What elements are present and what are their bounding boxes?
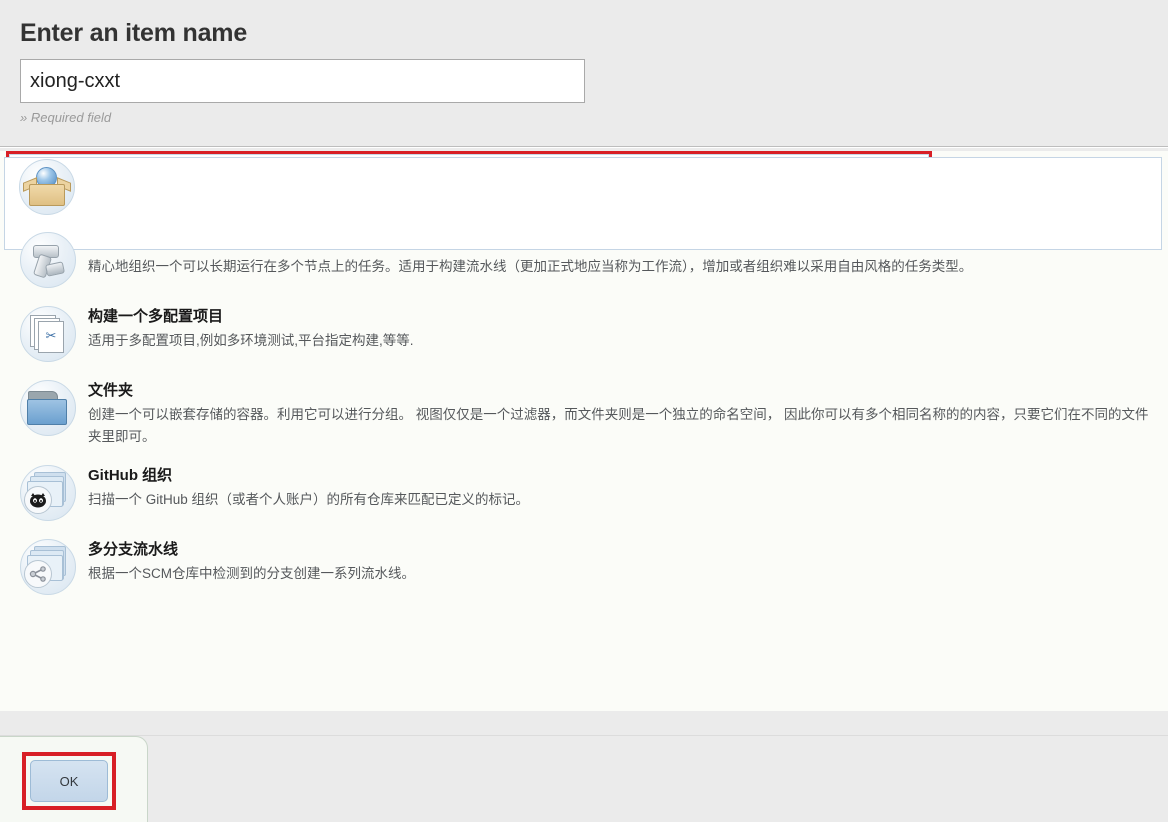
github-organization-icon (18, 464, 78, 522)
item-type-multiconfiguration[interactable]: ✂ 构建一个多配置项目 适用于多配置项目,例如多环境测试,平台指定构建,等等. (6, 297, 1162, 371)
folder-icon (18, 379, 78, 437)
form-divider (0, 146, 1168, 148)
ok-button[interactable]: OK (30, 760, 108, 802)
item-type-text: 多分支流水线 根据一个SCM仓库中检测到的分支创建一系列流水线。 (88, 538, 1152, 585)
branch-fork-icon (24, 560, 52, 588)
item-type-description: 创建一个可以嵌套存储的容器。利用它可以进行分组。 视图仅仅是一个过滤器，而文件夹… (88, 407, 1149, 444)
item-type-description: 根据一个SCM仓库中检测到的分支创建一系列流水线。 (88, 566, 415, 581)
item-name-input[interactable] (20, 59, 585, 103)
item-type-text: 文件夹 创建一个可以嵌套存储的容器。利用它可以进行分组。 视图仅仅是一个过滤器，… (88, 379, 1152, 448)
footer-bar: OK (0, 735, 1168, 822)
item-type-folder[interactable]: 文件夹 创建一个可以嵌套存储的容器。利用它可以进行分组。 视图仅仅是一个过滤器，… (6, 371, 1162, 456)
multibranch-pipeline-icon (18, 538, 78, 596)
item-type-description: 扫描一个 GitHub 组织（或者个人账户）的所有仓库来匹配已定义的标记。 (88, 492, 530, 507)
multi-configuration-project-icon: ✂ (18, 305, 78, 363)
item-type-title: 构建一个多配置项目 (88, 308, 224, 325)
page-title: Enter an item name (20, 19, 248, 47)
item-type-text: 构建一个多配置项目 适用于多配置项目,例如多环境测试,平台指定构建,等等. (88, 305, 1152, 352)
item-type-description: 适用于多配置项目,例如多环境测试,平台指定构建,等等. (88, 333, 414, 348)
item-type-multibranch-pipeline[interactable]: 多分支流水线 根据一个SCM仓库中检测到的分支创建一系列流水线。 (6, 530, 1162, 604)
item-type-description: 精心地组织一个可以长期运行在多个节点上的任务。适用于构建流水线（更加正式地应当称… (88, 259, 973, 274)
item-type-title: GitHub 组织 (88, 467, 173, 484)
item-type-title: 文件夹 (88, 382, 134, 399)
github-octocat-icon (24, 486, 52, 514)
required-field-note: » Required field (20, 110, 112, 125)
freestyle-project-icon (17, 158, 77, 216)
name-input-container (0, 48, 1168, 103)
item-type-title: 多分支流水线 (88, 541, 179, 558)
selected-item-panel (4, 157, 1162, 250)
item-type-text: GitHub 组织 扫描一个 GitHub 组织（或者个人账户）的所有仓库来匹配… (88, 464, 1152, 511)
item-name-form: Enter an item name » Required field (0, 0, 1168, 148)
pipeline-icon (18, 231, 78, 289)
item-type-github-organization[interactable]: GitHub 组织 扫描一个 GitHub 组织（或者个人账户）的所有仓库来匹配… (6, 456, 1162, 530)
